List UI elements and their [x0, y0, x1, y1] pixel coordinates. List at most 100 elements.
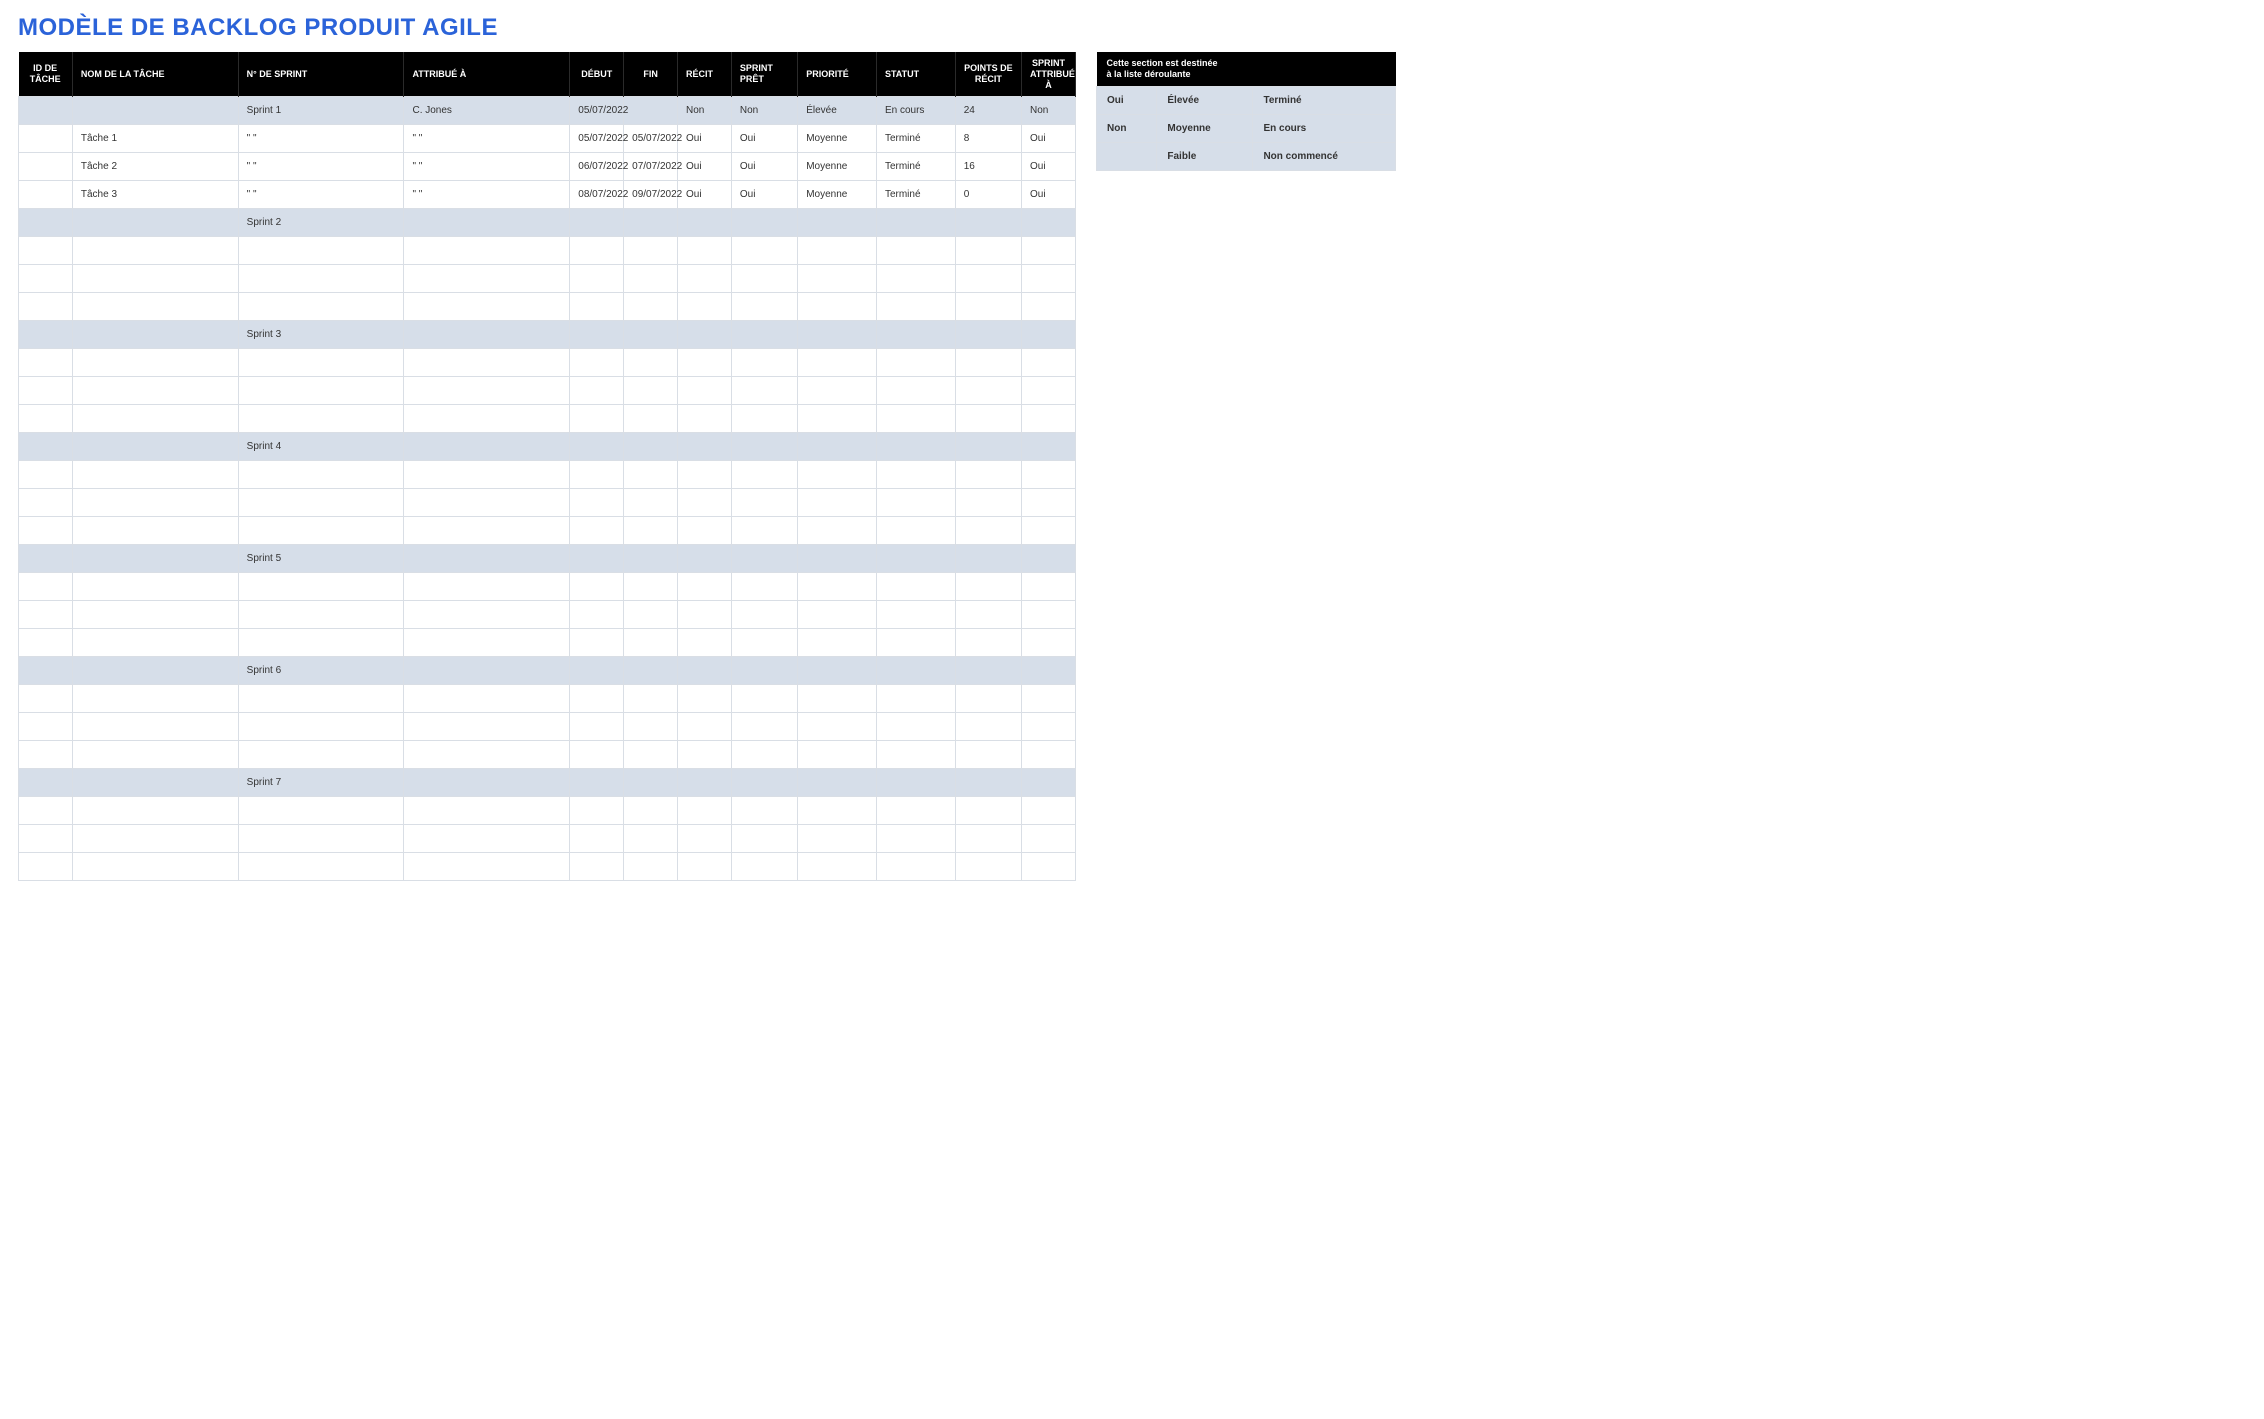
cell-start[interactable] — [570, 517, 624, 545]
cell-points[interactable] — [955, 685, 1021, 713]
cell-priority[interactable] — [798, 657, 877, 685]
cell-sprint[interactable]: Sprint 5 — [238, 545, 404, 573]
cell-end[interactable]: 05/07/2022 — [624, 125, 678, 153]
cell-priority[interactable] — [798, 601, 877, 629]
cell-sassign[interactable] — [1022, 377, 1076, 405]
cell-ready[interactable] — [731, 321, 797, 349]
cell-story[interactable]: Oui — [678, 181, 732, 209]
cell-story[interactable] — [678, 657, 732, 685]
cell-sassign[interactable] — [1022, 265, 1076, 293]
cell-sassign[interactable]: Oui — [1022, 153, 1076, 181]
cell-sprint[interactable] — [238, 825, 404, 853]
cell-ready[interactable] — [731, 209, 797, 237]
cell-story[interactable]: Oui — [678, 153, 732, 181]
cell-status[interactable] — [876, 573, 955, 601]
cell-id[interactable] — [19, 293, 73, 321]
cell-status[interactable]: Terminé — [876, 125, 955, 153]
cell-status[interactable] — [876, 713, 955, 741]
cell-priority[interactable] — [798, 237, 877, 265]
cell-sprint[interactable] — [238, 349, 404, 377]
cell-assigned[interactable] — [404, 489, 570, 517]
cell-name[interactable] — [72, 797, 238, 825]
cell-status[interactable] — [876, 629, 955, 657]
cell-priority[interactable] — [798, 629, 877, 657]
cell-assigned[interactable] — [404, 349, 570, 377]
cell-start[interactable] — [570, 853, 624, 881]
cell-assigned[interactable] — [404, 797, 570, 825]
cell-priority[interactable] — [798, 377, 877, 405]
cell-assigned[interactable] — [404, 433, 570, 461]
cell-end[interactable] — [624, 741, 678, 769]
cell-name[interactable] — [72, 825, 238, 853]
cell-name[interactable] — [72, 293, 238, 321]
cell-assigned[interactable]: " " — [404, 181, 570, 209]
cell-priority[interactable]: Moyenne — [798, 181, 877, 209]
cell-points[interactable] — [955, 321, 1021, 349]
cell-start[interactable] — [570, 237, 624, 265]
cell-status[interactable]: En cours — [876, 97, 955, 125]
cell-points[interactable] — [955, 517, 1021, 545]
cell-status[interactable] — [876, 825, 955, 853]
cell-name[interactable]: Tâche 1 — [72, 125, 238, 153]
cell-id[interactable] — [19, 825, 73, 853]
cell-story[interactable] — [678, 741, 732, 769]
cell-story[interactable] — [678, 825, 732, 853]
cell-name[interactable] — [72, 573, 238, 601]
cell-points[interactable] — [955, 797, 1021, 825]
cell-points[interactable] — [955, 293, 1021, 321]
cell-end[interactable] — [624, 265, 678, 293]
cell-status[interactable] — [876, 321, 955, 349]
cell-points[interactable] — [955, 433, 1021, 461]
cell-sassign[interactable] — [1022, 433, 1076, 461]
cell-priority[interactable]: Élevée — [798, 97, 877, 125]
cell-story[interactable] — [678, 797, 732, 825]
cell-start[interactable]: 05/07/2022 — [570, 125, 624, 153]
cell-ready[interactable] — [731, 517, 797, 545]
cell-name[interactable]: Tâche 2 — [72, 153, 238, 181]
cell-end[interactable] — [624, 657, 678, 685]
cell-sassign[interactable] — [1022, 825, 1076, 853]
cell-name[interactable] — [72, 629, 238, 657]
cell-story[interactable] — [678, 321, 732, 349]
cell-ready[interactable] — [731, 741, 797, 769]
cell-name[interactable] — [72, 853, 238, 881]
cell-sassign[interactable] — [1022, 517, 1076, 545]
cell-ready[interactable] — [731, 237, 797, 265]
cell-ready[interactable] — [731, 545, 797, 573]
cell-status[interactable] — [876, 265, 955, 293]
cell-name[interactable] — [72, 769, 238, 797]
cell-sprint[interactable] — [238, 405, 404, 433]
cell-name[interactable] — [72, 713, 238, 741]
cell-start[interactable] — [570, 769, 624, 797]
cell-assigned[interactable] — [404, 293, 570, 321]
cell-sprint[interactable] — [238, 377, 404, 405]
cell-sassign[interactable] — [1022, 741, 1076, 769]
cell-story[interactable] — [678, 237, 732, 265]
cell-end[interactable] — [624, 349, 678, 377]
cell-id[interactable] — [19, 629, 73, 657]
cell-ready[interactable] — [731, 601, 797, 629]
cell-ready[interactable] — [731, 825, 797, 853]
cell-ready[interactable] — [731, 657, 797, 685]
cell-name[interactable] — [72, 545, 238, 573]
cell-sassign[interactable] — [1022, 405, 1076, 433]
cell-end[interactable] — [624, 293, 678, 321]
cell-ready[interactable] — [731, 769, 797, 797]
cell-ready[interactable] — [731, 405, 797, 433]
cell-ready[interactable] — [731, 265, 797, 293]
cell-points[interactable] — [955, 461, 1021, 489]
cell-sassign[interactable] — [1022, 461, 1076, 489]
cell-ready[interactable] — [731, 853, 797, 881]
cell-ready[interactable] — [731, 685, 797, 713]
cell-story[interactable]: Non — [678, 97, 732, 125]
cell-name[interactable] — [72, 209, 238, 237]
cell-priority[interactable] — [798, 349, 877, 377]
cell-start[interactable] — [570, 629, 624, 657]
cell-priority[interactable] — [798, 769, 877, 797]
cell-sassign[interactable] — [1022, 685, 1076, 713]
cell-sassign[interactable] — [1022, 601, 1076, 629]
cell-priority[interactable] — [798, 433, 877, 461]
cell-end[interactable] — [624, 853, 678, 881]
cell-id[interactable] — [19, 349, 73, 377]
cell-priority[interactable] — [798, 741, 877, 769]
